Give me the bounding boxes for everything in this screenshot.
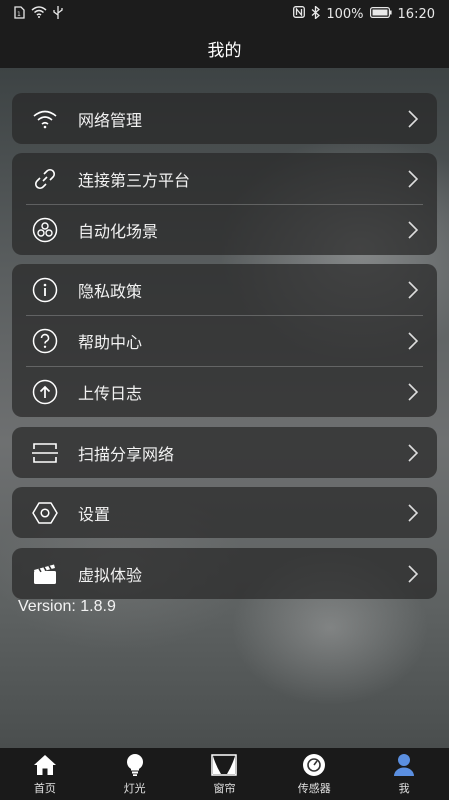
menu-item-help-center[interactable]: 帮助中心 — [12, 315, 437, 366]
battery-icon — [369, 6, 392, 22]
chevron-right-icon — [405, 109, 421, 129]
wifi-status-icon — [31, 6, 47, 22]
menu-item-label: 连接第三方平台 — [78, 170, 191, 190]
menu-item-label: 扫描分享网络 — [78, 444, 175, 464]
chevron-right-icon — [405, 220, 421, 240]
menu-item-automation-scenes[interactable]: 自动化场景 — [12, 204, 437, 255]
chevron-right-icon — [405, 280, 421, 300]
sim-icon: 1 — [14, 5, 25, 23]
menu-group-support: 隐私政策 帮助中心 上传日志 — [12, 264, 437, 417]
chevron-right-icon — [405, 331, 421, 351]
menu-item-upload-logs[interactable]: 上传日志 — [12, 366, 437, 417]
bulb-icon — [122, 752, 148, 778]
chevron-right-icon — [405, 564, 421, 584]
clock: 16:20 — [397, 6, 435, 22]
home-icon — [32, 752, 58, 778]
tab-label: 灯光 — [123, 782, 146, 795]
wifi-icon — [30, 104, 60, 134]
page-title-bar: 我的 — [0, 28, 449, 68]
link-icon — [30, 164, 60, 194]
user-icon — [391, 752, 417, 778]
tab-sensors[interactable]: 传感器 — [269, 748, 359, 800]
settings-icon — [30, 498, 60, 528]
tab-label: 我 — [398, 782, 410, 795]
tab-me[interactable]: 我 — [359, 748, 449, 800]
menu-group-integrations: 连接第三方平台 自动化场景 — [12, 153, 437, 255]
menu-group-network: 网络管理 — [12, 93, 437, 144]
menu-item-label: 网络管理 — [78, 110, 143, 130]
menu-item-label: 自动化场景 — [78, 221, 159, 241]
app-version: Version: 1.8.9 — [18, 598, 116, 615]
help-icon — [30, 326, 60, 356]
menu-item-label: 上传日志 — [78, 383, 143, 403]
menu-group-scan: 扫描分享网络 — [12, 427, 437, 478]
usb-icon — [53, 5, 63, 23]
tab-home[interactable]: 首页 — [0, 748, 90, 800]
curtain-icon — [211, 752, 238, 778]
tab-label: 首页 — [33, 782, 56, 795]
battery-percent: 100% — [326, 6, 364, 22]
page-title: 我的 — [207, 40, 242, 61]
tab-lights[interactable]: 灯光 — [90, 748, 180, 800]
tab-label: 传感器 — [297, 782, 331, 795]
chevron-right-icon — [405, 382, 421, 402]
upload-icon — [30, 377, 60, 407]
chevron-right-icon — [405, 169, 421, 189]
info-icon — [30, 275, 60, 305]
menu-item-label: 帮助中心 — [78, 332, 143, 352]
menu-item-privacy-policy[interactable]: 隐私政策 — [12, 264, 437, 315]
menu-item-third-party-platform[interactable]: 连接第三方平台 — [12, 153, 437, 204]
sensor-icon — [301, 752, 327, 778]
menu-item-label: 设置 — [78, 504, 111, 524]
bluetooth-icon — [311, 4, 321, 23]
nfc-icon — [293, 6, 306, 22]
scan-icon — [30, 438, 60, 468]
menu-group-settings: 设置 — [12, 487, 437, 538]
tab-curtains[interactable]: 窗帘 — [180, 748, 270, 800]
menu-item-label: 虚拟体验 — [78, 565, 143, 585]
svg-text:1: 1 — [17, 11, 21, 18]
menu-item-scan-share-network[interactable]: 扫描分享网络 — [12, 427, 437, 478]
menu-item-label: 隐私政策 — [78, 281, 143, 301]
bottom-tab-bar: 首页 灯光 窗帘 传感器 我 — [0, 748, 449, 800]
menu-group-virtual: 虚拟体验 — [12, 548, 437, 599]
status-bar: 1 100% 16:20 — [0, 0, 449, 28]
scene-icon — [30, 215, 60, 245]
clapper-icon — [30, 559, 60, 589]
menu-item-settings[interactable]: 设置 — [12, 487, 437, 538]
tab-label: 窗帘 — [213, 782, 236, 795]
chevron-right-icon — [405, 443, 421, 463]
menu-item-virtual-experience[interactable]: 虚拟体验 — [12, 548, 437, 599]
chevron-right-icon — [405, 503, 421, 523]
menu-item-network-management[interactable]: 网络管理 — [12, 93, 437, 144]
